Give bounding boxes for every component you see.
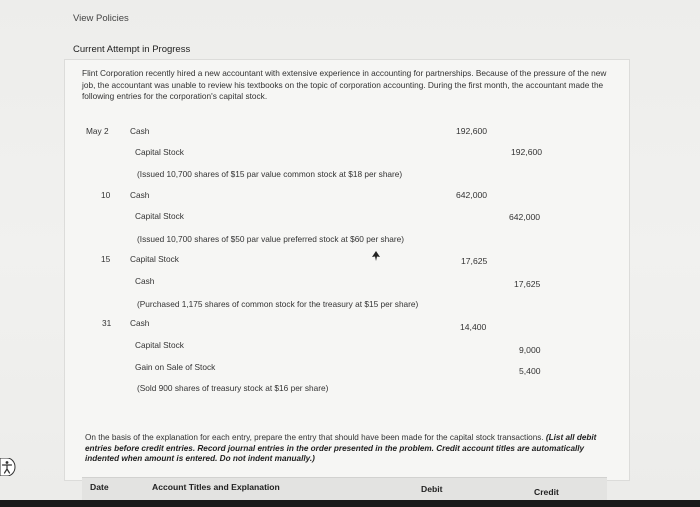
cursor-icon	[372, 251, 380, 261]
instructions: On the basis of the explanation for each…	[85, 433, 620, 465]
entry-debit: 14,400	[460, 322, 487, 332]
entry-explanation: (Issued 10,700 shares of $15 par value c…	[137, 169, 403, 179]
column-header-credit: Credit	[534, 487, 559, 497]
entry-debit: 642,000	[456, 190, 488, 200]
entry-date: 31	[102, 318, 112, 328]
instructions-text: On the basis of the explanation for each…	[85, 433, 544, 442]
entry-explanation: (Purchased 1,175 shares of common stock …	[137, 299, 419, 309]
attempt-status: Current Attempt in Progress	[73, 44, 191, 55]
entry-debit: 17,625	[461, 256, 488, 266]
entry-account: Cash	[130, 190, 150, 200]
entry-account: Cash	[130, 126, 150, 136]
entry-credit: 17,625	[514, 279, 541, 289]
view-policies-link[interactable]: View Policies	[73, 13, 129, 24]
column-header-debit: Debit	[421, 484, 443, 494]
entry-credit: 192,600	[511, 147, 543, 157]
problem-intro: Flint Corporation recently hired a new a…	[82, 68, 607, 101]
entry-date: 10	[101, 190, 111, 200]
entry-account: Cash	[130, 318, 150, 328]
journal-table-header: Date Account Titles and Explanation Debi…	[82, 477, 607, 502]
entry-account: Gain on Sale of Stock	[135, 362, 216, 372]
entry-date: 15	[101, 254, 111, 264]
column-header-account: Account Titles and Explanation	[152, 482, 280, 492]
column-header-date: Date	[90, 482, 109, 492]
bottom-bar	[0, 500, 700, 507]
entry-account: Capital Stock	[135, 340, 184, 350]
entry-account: Capital Stock	[130, 254, 179, 264]
entry-credit: 5,400	[519, 366, 541, 376]
entry-date: May 2	[86, 126, 109, 136]
entry-credit: 9,000	[519, 345, 541, 355]
entry-account: Capital Stock	[135, 211, 184, 221]
entry-explanation: (Sold 900 shares of treasury stock at $1…	[137, 383, 329, 393]
entry-credit: 642,000	[509, 212, 541, 222]
entry-debit: 192,600	[456, 126, 488, 136]
entry-account: Capital Stock	[135, 147, 184, 157]
question-card	[64, 59, 630, 481]
accessibility-icon[interactable]	[0, 458, 16, 476]
entry-explanation: (Issued 10,700 shares of $50 par value p…	[137, 234, 405, 244]
page: View Policies Current Attempt in Progres…	[0, 0, 700, 507]
entry-account: Cash	[135, 276, 155, 286]
